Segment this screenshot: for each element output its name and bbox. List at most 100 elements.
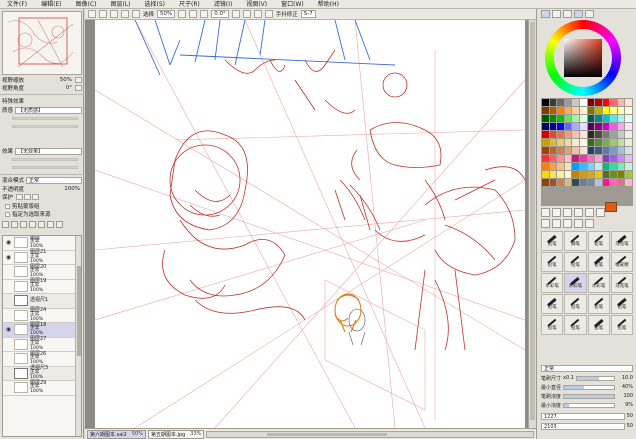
select-rect-icon[interactable] xyxy=(541,208,550,217)
color-swatch[interactable] xyxy=(617,139,625,146)
flip-icon[interactable] xyxy=(264,10,273,18)
color-swatch[interactable] xyxy=(549,147,557,154)
visibility-icon[interactable] xyxy=(4,267,13,276)
brush-slot[interactable]: 铅笔 xyxy=(610,315,633,335)
color-swatch[interactable] xyxy=(625,99,632,106)
brush-slot[interactable]: 马克笔 xyxy=(610,273,633,293)
color-swatch[interactable] xyxy=(564,131,572,138)
canvas-vertical-scrollbar[interactable] xyxy=(528,20,536,428)
color-swatch[interactable] xyxy=(602,171,610,178)
visibility-icon[interactable] xyxy=(4,383,13,392)
select-source-checkbox[interactable] xyxy=(5,211,10,217)
color-swatch[interactable] xyxy=(542,147,549,154)
brush-shape-select[interactable]: 1227 xyxy=(541,412,625,420)
selection-visible-icon[interactable] xyxy=(132,10,140,18)
paper-scale-slider[interactable] xyxy=(12,117,78,120)
menu-window[interactable]: 窗口(W) xyxy=(274,0,311,9)
brush-slot[interactable]: 铅笔 xyxy=(541,294,564,314)
color-swatch[interactable] xyxy=(542,107,549,114)
color-swatch[interactable] xyxy=(579,139,587,146)
color-swatch[interactable] xyxy=(617,155,625,162)
color-swatch[interactable] xyxy=(617,147,625,154)
color-swatch[interactable] xyxy=(579,155,587,162)
nav-angle-reset-button[interactable] xyxy=(75,85,82,91)
transfer-down-icon[interactable] xyxy=(29,221,36,228)
visibility-icon[interactable]: ◉ xyxy=(4,253,13,262)
layer-item[interactable]: ◉ 图层21 正常 100% xyxy=(3,250,81,265)
color-swatch[interactable] xyxy=(579,147,587,154)
layer-item[interactable]: 图层29 正常 100% xyxy=(3,380,81,396)
hand-icon[interactable] xyxy=(541,219,550,228)
color-swatch[interactable] xyxy=(557,155,564,162)
visibility-icon[interactable] xyxy=(4,311,13,320)
color-swatch[interactable] xyxy=(602,99,610,106)
menu-ruler[interactable]: 尺子(R) xyxy=(172,0,207,9)
color-swatch[interactable] xyxy=(610,99,617,106)
color-swatch[interactable] xyxy=(610,123,617,130)
color-swatch[interactable] xyxy=(617,115,625,122)
brush-slot[interactable]: 橡皮擦 xyxy=(610,252,633,272)
menu-edit[interactable]: 编辑(E) xyxy=(34,0,68,9)
color-swatch[interactable] xyxy=(564,163,572,170)
color-swatch[interactable] xyxy=(587,131,595,138)
color-swatch[interactable] xyxy=(625,139,632,146)
color-swatch[interactable] xyxy=(579,131,587,138)
color-swatches[interactable] xyxy=(541,98,633,206)
color-swatch[interactable] xyxy=(572,171,579,178)
zoom-reset-icon[interactable] xyxy=(200,10,209,18)
color-swatch[interactable] xyxy=(542,131,549,138)
paper-strength-slider[interactable] xyxy=(12,125,78,128)
color-swatch[interactable] xyxy=(610,147,617,154)
color-swatch[interactable] xyxy=(617,131,625,138)
brush-size-slider[interactable] xyxy=(575,375,615,381)
brush-slot[interactable]: 铅笔 xyxy=(587,294,610,314)
layer-scrollbar-thumb[interactable] xyxy=(77,266,81,356)
effect-select[interactable]: 【无效果】 xyxy=(15,147,82,155)
brush-slot[interactable]: 水彩笔 xyxy=(541,273,564,293)
color-swatch[interactable] xyxy=(595,139,602,146)
color-swatch[interactable] xyxy=(602,179,610,186)
rotate-right-icon[interactable] xyxy=(242,10,251,18)
paper-texture-select[interactable]: 【无质感】 xyxy=(15,106,82,114)
color-swatch[interactable] xyxy=(625,155,632,162)
brush-slot[interactable]: 铅笔 xyxy=(541,315,564,335)
layer-list[interactable]: ◉ 图层 正常 100% ◉ 图层21 正常 100% 图层20 正常 100% 图层19 正… xyxy=(2,235,82,437)
vertical-scrollbar-thumb[interactable] xyxy=(530,22,535,420)
angle-field[interactable]: 0.0° xyxy=(211,10,229,18)
menu-select[interactable]: 选择(S) xyxy=(138,0,173,9)
color-swatch[interactable] xyxy=(602,123,610,130)
rotate-icon[interactable] xyxy=(552,219,561,228)
color-swatch[interactable] xyxy=(602,139,610,146)
color-swatch[interactable] xyxy=(549,123,557,130)
lock-move-icon[interactable] xyxy=(24,194,32,200)
color-swatch[interactable] xyxy=(572,99,579,106)
merge-down-icon[interactable] xyxy=(38,221,45,228)
file-tab[interactable]: 第五期图本.jpg 33% xyxy=(147,429,205,439)
move-icon[interactable] xyxy=(574,208,583,217)
density-row[interactable]: 笔刷浓度 100 xyxy=(541,392,633,400)
color-swatch[interactable] xyxy=(595,147,602,154)
color-swatch[interactable] xyxy=(617,179,625,186)
color-swatch[interactable] xyxy=(625,115,632,122)
color-swatch[interactable] xyxy=(579,171,587,178)
lock-icon[interactable] xyxy=(16,194,24,200)
redo-icon[interactable] xyxy=(99,10,107,18)
color-swatch[interactable] xyxy=(572,115,579,122)
color-swatch[interactable] xyxy=(542,163,549,170)
color-swatch[interactable] xyxy=(542,99,549,106)
color-swatch[interactable] xyxy=(557,131,564,138)
new-linework-layer-icon[interactable] xyxy=(11,221,18,228)
color-swatch[interactable] xyxy=(602,163,610,170)
brush-slot[interactable]: 钢笔 xyxy=(564,231,587,251)
layer-item[interactable]: 图层27 正常 100% xyxy=(3,337,81,352)
color-swatch[interactable] xyxy=(579,163,587,170)
effect-width-slider[interactable] xyxy=(12,158,78,161)
color-swatch[interactable] xyxy=(625,171,632,178)
color-swatch[interactable] xyxy=(595,115,602,122)
color-swatch[interactable] xyxy=(557,163,564,170)
clear-layer-icon[interactable] xyxy=(47,221,54,228)
color-swatch[interactable] xyxy=(595,107,602,114)
color-swatch[interactable] xyxy=(572,147,579,154)
brush-slot[interactable]: 铅笔 xyxy=(564,315,587,335)
color-swatch[interactable] xyxy=(542,171,549,178)
